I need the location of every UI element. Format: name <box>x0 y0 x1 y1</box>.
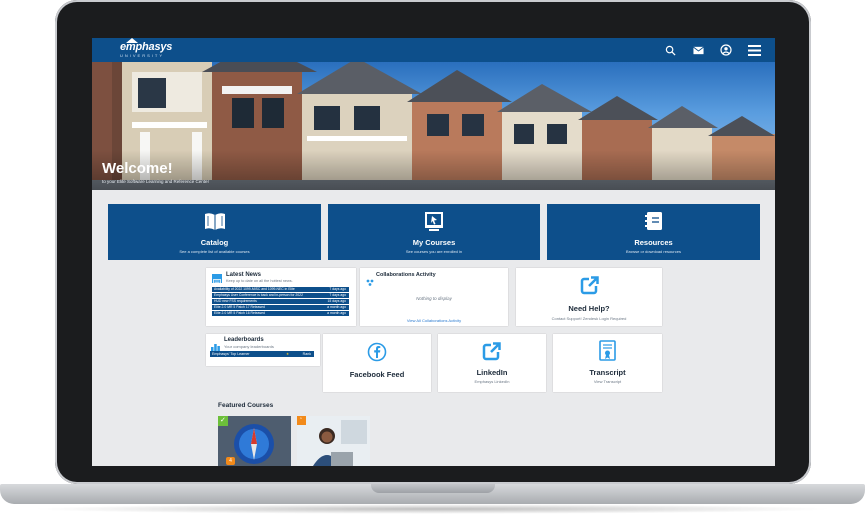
leaderboard-row-label: Emphasys' Top Learner <box>212 352 250 356</box>
course-thumbnail[interactable]: ◔ <box>297 416 370 466</box>
leaderboards-title: Leaderboards <box>224 337 264 343</box>
transcript-card[interactable]: Transcript View Transcript <box>553 334 662 392</box>
latest-news-title: Latest News <box>226 272 262 278</box>
logo-subtitle: UNIVERSITY <box>120 53 165 58</box>
search-icon[interactable] <box>663 43 677 57</box>
linkedin-title: LinkedIn <box>476 368 508 377</box>
facebook-icon <box>367 342 387 367</box>
transcript-title: Transcript <box>589 368 626 377</box>
need-help-title: Need Help? <box>568 304 610 313</box>
hero-overlay <box>92 150 775 190</box>
brand-logo[interactable]: emphasys UNIVERSITY <box>120 38 172 58</box>
resources-title: Resources <box>634 238 673 247</box>
user-icon[interactable] <box>719 43 733 57</box>
course-thumbnail[interactable]: ✓ 4 <box>218 416 291 466</box>
my-courses-title: My Courses <box>412 238 456 247</box>
collaborations-icon <box>366 273 374 291</box>
featured-courses-title: Featured Courses <box>218 402 274 409</box>
check-icon: ✓ <box>220 417 226 424</box>
linkedin-subtitle: Emphasys LinkedIn <box>474 379 510 384</box>
catalog-title: Catalog <box>200 238 229 247</box>
news-item[interactable]: Availability of 2022 1099-MISC and 1099-… <box>212 287 349 292</box>
catalog-tile[interactable]: Catalog See a complete list of available… <box>108 204 321 260</box>
book-icon <box>204 210 226 237</box>
main-tiles: Catalog See a complete list of available… <box>108 204 760 260</box>
notebook-icon <box>643 210 665 237</box>
need-help-subtitle: Contact Support! Zendesk Login Required <box>551 316 627 321</box>
top-nav: emphasys UNIVERSITY <box>92 38 775 62</box>
leaderboards-card: Leaderboards Your company leaderboards E… <box>206 334 320 366</box>
hero-banner: Welcome! to your Elite Software Learning… <box>92 62 775 190</box>
collaborations-card: Collaborations Activity Nothing to displ… <box>360 268 508 326</box>
latest-news-subtitle: Keep up to date on all the hottest news. <box>226 279 293 283</box>
my-courses-subtitle: See courses you are enrolled in <box>405 249 463 254</box>
facebook-card[interactable]: Facebook Feed <box>323 334 431 392</box>
leaderboard-rank: Rank <box>302 352 311 356</box>
clock-icon: ◔ <box>299 416 303 422</box>
laptop-notch <box>371 484 495 493</box>
menu-icon[interactable] <box>747 43 761 57</box>
collaborations-empty: Nothing to display <box>416 296 452 301</box>
news-item[interactable]: Elite 2.0 MR 5 Patch 16 Released a month … <box>212 311 349 316</box>
my-courses-tile[interactable]: My Courses See courses you are enrolled … <box>328 204 540 260</box>
collaborations-link[interactable]: View All Collaborations Activity <box>360 318 508 323</box>
need-help-card[interactable]: Need Help? Contact Support! Zendesk Logi… <box>516 268 662 326</box>
hero-subtitle: to your Elite Software Learning and Refe… <box>102 179 210 184</box>
laptop-shadow <box>30 504 835 514</box>
star-icon: ★ <box>286 352 290 356</box>
catalog-subtitle: See a complete list of available courses <box>179 249 250 254</box>
mail-icon[interactable] <box>691 43 705 57</box>
facebook-title: Facebook Feed <box>349 370 405 379</box>
news-item[interactable]: Emphasys User Conference is back and in-… <box>212 293 349 298</box>
news-item[interactable]: HUD new FSS requirements 15 days ago <box>212 299 349 304</box>
resources-tile[interactable]: Resources Browse or download resources <box>547 204 760 260</box>
logo-roof-icon <box>126 38 138 43</box>
collaborations-title: Collaborations Activity <box>376 272 436 278</box>
leaderboard-row[interactable]: Emphasys' Top Learner ★ Rank <box>210 351 314 357</box>
news-item[interactable]: Elite 2.0 MR 5 Patch 17 Released a month … <box>212 305 349 310</box>
transcript-subtitle: View Transcript <box>593 379 622 384</box>
course-badge: 4 <box>226 457 235 465</box>
hero-title: Welcome! <box>102 160 173 177</box>
external-link-icon <box>482 341 502 366</box>
resources-subtitle: Browse or download resources <box>626 249 681 254</box>
screen: emphasys UNIVERSITY Welcome! to your Eli… <box>92 38 775 466</box>
news-icon <box>212 274 222 286</box>
transcript-icon <box>599 340 616 366</box>
linkedin-card[interactable]: LinkedIn Emphasys LinkedIn <box>438 334 546 392</box>
latest-news-card: Latest News Keep up to date on all the h… <box>206 268 356 326</box>
leaderboards-subtitle: Your company leaderboards <box>224 344 274 349</box>
course-icon <box>423 210 445 237</box>
woman-laptop-image <box>297 416 370 466</box>
external-link-icon <box>580 275 600 300</box>
